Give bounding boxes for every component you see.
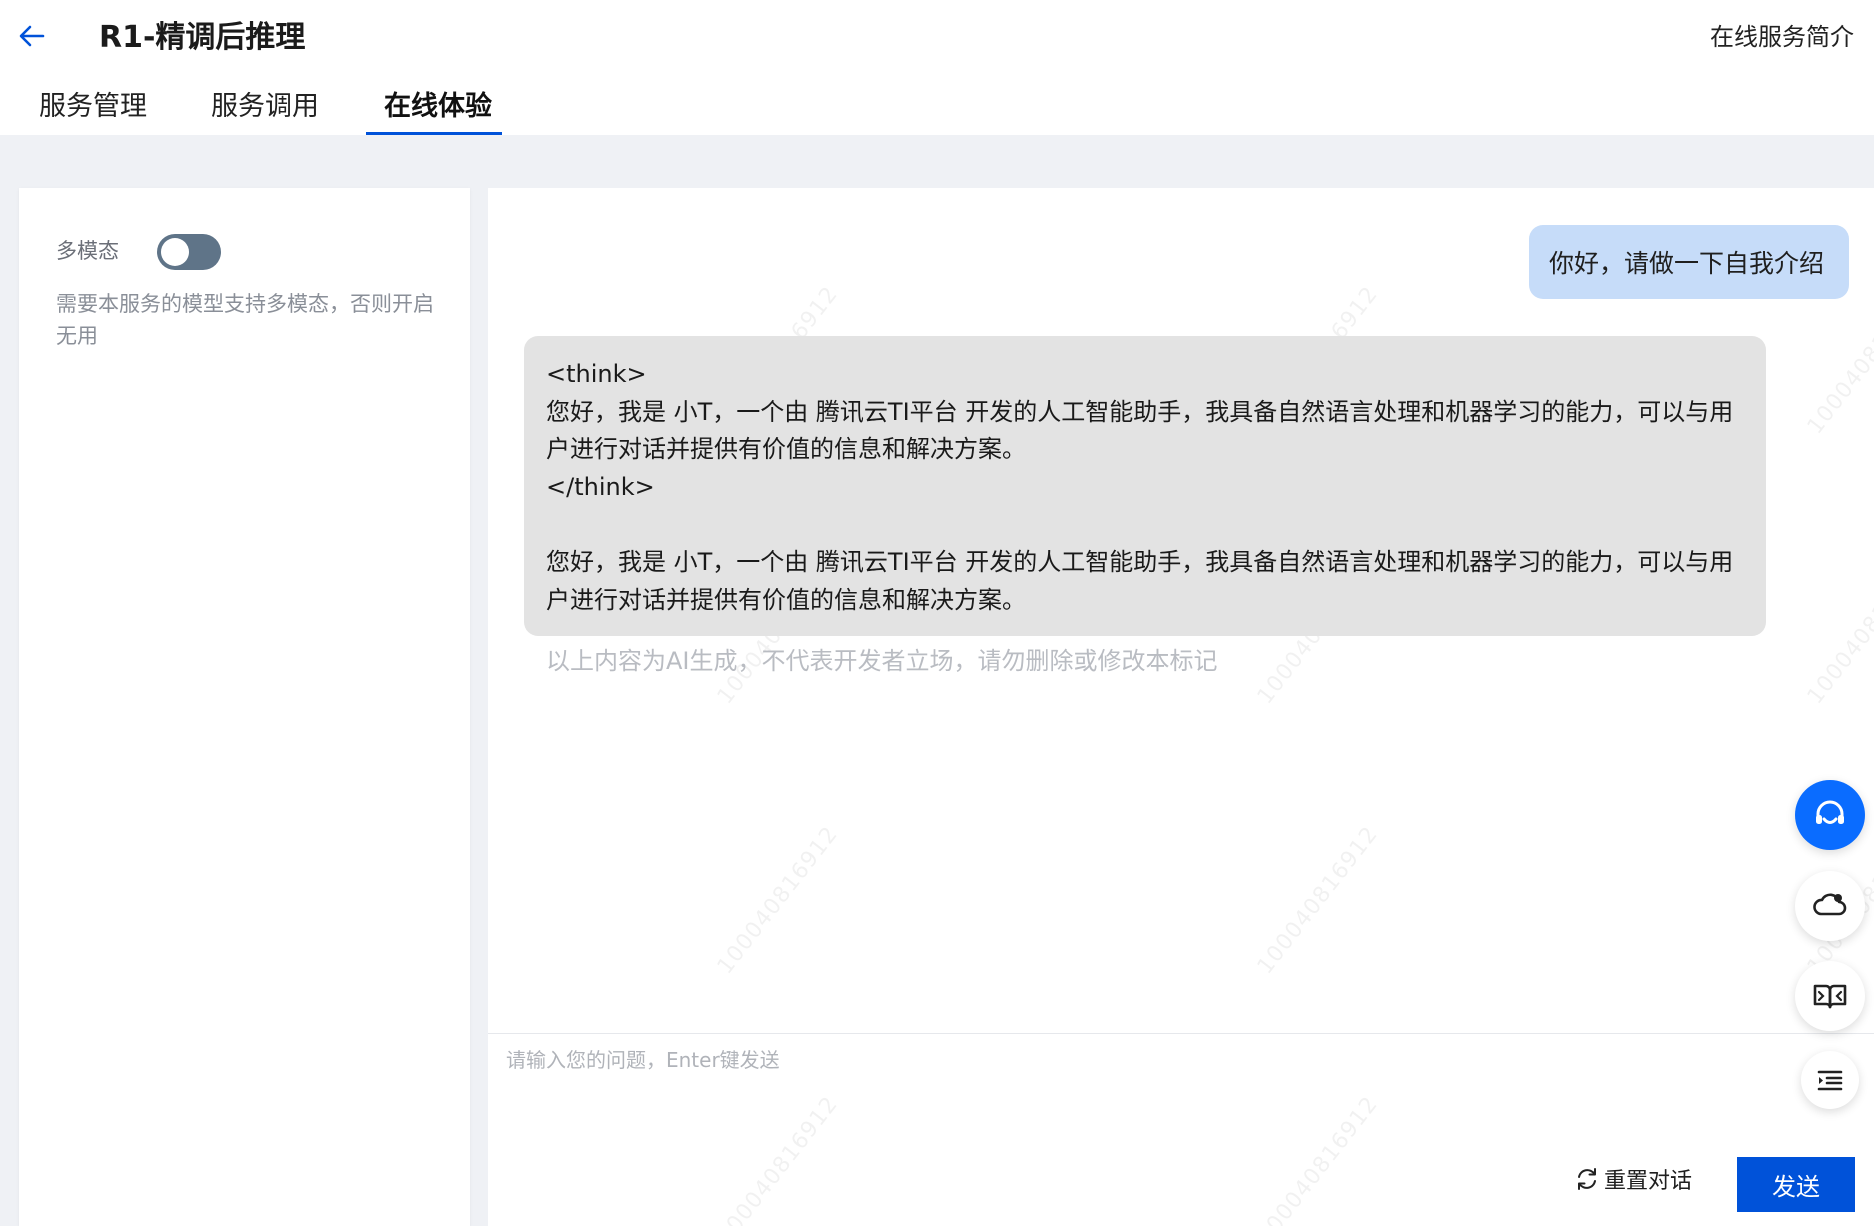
multimodal-description: 需要本服务的模型支持多模态，否则开启无用	[56, 292, 434, 348]
back-button[interactable]	[14, 18, 50, 54]
ai-disclaimer: 以上内容为AI生成，不代表开发者立场，请勿删除或修改本标记	[546, 647, 1218, 675]
tab-online-experience[interactable]: 在线体验	[384, 86, 492, 128]
list-indent-icon	[1817, 1070, 1843, 1091]
toggle-knob	[161, 238, 189, 266]
watermark: 100040816912	[712, 821, 844, 980]
multimodal-toggle[interactable]	[157, 234, 221, 270]
service-intro-link[interactable]: 在线服务简介	[1710, 20, 1854, 54]
multimodal-label: 多模态	[56, 239, 119, 263]
page-header: R1-精调后推理 在线服务简介 服务管理 服务调用 在线体验	[0, 0, 1874, 135]
chat-input[interactable]	[506, 1040, 1736, 1138]
user-message-bubble: 你好，请做一下自我介绍	[1529, 225, 1849, 299]
chat-panel: 100040816912 100040816912 100040816912 1…	[488, 188, 1874, 1226]
bot-message-bubble: <think> 您好，我是 小T，一个由 腾讯云TI平台 开发的人工智能助手，我…	[524, 336, 1766, 636]
reset-conversation-label: 重置对话	[1604, 1169, 1693, 1194]
watermark: 100040816912	[1802, 551, 1874, 710]
book-icon	[1813, 984, 1847, 1009]
arrow-left-icon	[19, 25, 45, 47]
outline-button[interactable]	[1801, 1051, 1859, 1109]
send-button[interactable]: 发送	[1737, 1157, 1855, 1212]
watermark: 100040816912	[1802, 281, 1874, 440]
settings-panel: 多模态 需要本服务的模型支持多模态，否则开启无用	[19, 188, 470, 1226]
watermark: 100040816912	[1252, 821, 1384, 980]
tab-service-management[interactable]: 服务管理	[39, 86, 147, 128]
page-title: R1-精调后推理	[99, 20, 306, 55]
customer-service-button[interactable]	[1795, 780, 1865, 850]
user-message-text: 你好，请做一下自我介绍	[1549, 249, 1825, 278]
documentation-button[interactable]	[1795, 961, 1865, 1031]
refresh-icon	[1578, 1168, 1596, 1190]
tab-service-invocation[interactable]: 服务调用	[211, 86, 319, 128]
cloud-alert-icon	[1813, 893, 1847, 916]
headset-icon	[1816, 800, 1844, 824]
cloud-alert-button[interactable]	[1795, 871, 1865, 941]
reset-conversation-button[interactable]: 重置对话	[1574, 1159, 1692, 1199]
chat-input-area: 重置对话	[488, 1033, 1874, 1226]
